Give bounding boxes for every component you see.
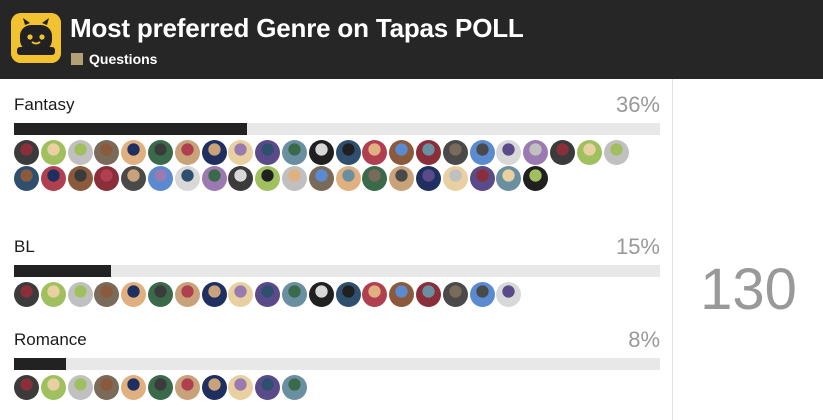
voter-avatar[interactable] [416, 140, 441, 165]
option-percent: 15% [615, 234, 660, 259]
voter-avatar[interactable] [14, 140, 39, 165]
voter-avatar[interactable] [121, 140, 147, 165]
total-votes-panel: 130 [674, 79, 823, 420]
voter-avatar[interactable] [174, 140, 200, 165]
voter-avatar[interactable] [40, 140, 66, 165]
poll-header: Most preferred Genre on Tapas POLL Quest… [0, 0, 823, 79]
voter-avatar[interactable] [550, 140, 575, 165]
voter-avatar[interactable] [201, 375, 227, 400]
voter-avatar[interactable] [121, 282, 147, 307]
voter-avatar[interactable] [442, 140, 468, 165]
option-label: Fantasy [14, 95, 75, 114]
vote-bar-fill [14, 265, 111, 277]
voter-avatar[interactable] [469, 282, 495, 307]
voter-avatar[interactable] [576, 140, 602, 165]
voter-avatar[interactable] [67, 166, 93, 191]
voter-avatar[interactable] [389, 166, 415, 191]
voter-avatar[interactable] [469, 140, 495, 165]
voter-avatar[interactable] [148, 140, 173, 165]
voter-avatar[interactable] [94, 375, 120, 400]
voter-avatar[interactable] [308, 166, 334, 191]
voter-avatar[interactable] [67, 375, 93, 400]
voter-avatar[interactable] [308, 282, 334, 307]
voter-avatar[interactable] [282, 282, 307, 307]
voter-avatar[interactable] [335, 282, 361, 307]
voter-avatar[interactable] [40, 282, 66, 307]
voter-avatar[interactable] [201, 140, 227, 165]
voter-avatar[interactable] [201, 282, 227, 307]
voter-avatar[interactable] [255, 140, 281, 165]
voter-avatar[interactable] [201, 166, 227, 191]
voter-avatar[interactable] [148, 375, 173, 400]
option-label: BL [14, 237, 35, 256]
voter-avatar[interactable] [416, 166, 441, 191]
voter-avatar[interactable] [523, 166, 549, 191]
voter-avatar[interactable] [389, 282, 415, 307]
poll-options: Fantasy 36% BL 15% Romance 8% [0, 79, 673, 420]
voter-avatar[interactable] [174, 375, 200, 400]
voter-avatar[interactable] [362, 166, 388, 191]
voter-avatar[interactable] [174, 166, 200, 191]
voter-avatar[interactable] [14, 166, 39, 191]
voter-avatar[interactable] [121, 375, 147, 400]
voter-avatar[interactable] [174, 282, 200, 307]
voter-avatar[interactable] [40, 166, 66, 191]
voter-avatar[interactable] [148, 282, 173, 307]
voter-avatar[interactable] [442, 282, 468, 307]
poll-title: Most preferred Genre on Tapas POLL [70, 13, 524, 43]
voter-avatar[interactable] [335, 166, 361, 191]
category-color-square [71, 53, 83, 65]
voter-avatar[interactable] [14, 282, 39, 307]
voter-avatar[interactable] [523, 140, 549, 165]
vote-bar-fill [14, 123, 247, 135]
voter-avatar[interactable] [255, 375, 281, 400]
voter-avatar[interactable] [228, 282, 254, 307]
option-percent: 8% [628, 327, 660, 352]
vote-bar-track [14, 358, 660, 370]
voter-avatar[interactable] [442, 166, 468, 191]
category-label: Questions [89, 51, 158, 67]
voter-avatar[interactable] [94, 140, 120, 165]
voter-avatar[interactable] [469, 166, 495, 191]
option-percent: 36% [615, 92, 660, 117]
voter-avatar[interactable] [362, 140, 388, 165]
total-votes-count: 130 [700, 257, 797, 322]
voter-avatar[interactable] [335, 140, 361, 165]
voter-avatar[interactable] [40, 375, 66, 400]
vote-bar-track [14, 265, 660, 277]
voter-avatar[interactable] [416, 282, 441, 307]
voter-avatar[interactable] [282, 166, 307, 191]
voter-avatar[interactable] [496, 140, 522, 165]
voter-avatar[interactable] [282, 375, 307, 400]
voter-avatar[interactable] [362, 282, 388, 307]
voter-avatar[interactable] [148, 166, 173, 191]
voter-avatar[interactable] [255, 282, 281, 307]
voter-avatar[interactable] [603, 140, 629, 165]
voter-avatar[interactable] [228, 166, 254, 191]
voter-avatar[interactable] [496, 166, 522, 191]
voter-avatar[interactable] [14, 375, 39, 400]
tapas-logo-icon [11, 13, 61, 63]
voter-avatar[interactable] [496, 282, 522, 307]
vote-bar-track [14, 123, 660, 135]
voter-avatar[interactable] [121, 166, 147, 191]
voter-avatar[interactable] [94, 166, 120, 191]
voter-avatar[interactable] [67, 282, 93, 307]
voter-avatar[interactable] [255, 166, 281, 191]
voter-avatar[interactable] [282, 140, 307, 165]
voter-avatar[interactable] [308, 140, 334, 165]
voter-avatar[interactable] [94, 282, 120, 307]
voter-avatar[interactable] [228, 140, 254, 165]
vote-bar-fill [14, 358, 66, 370]
voter-avatar[interactable] [228, 375, 254, 400]
voter-avatar[interactable] [67, 140, 93, 165]
voter-avatar[interactable] [389, 140, 415, 165]
category-link[interactable]: Questions [71, 51, 157, 67]
option-label: Romance [14, 330, 87, 349]
